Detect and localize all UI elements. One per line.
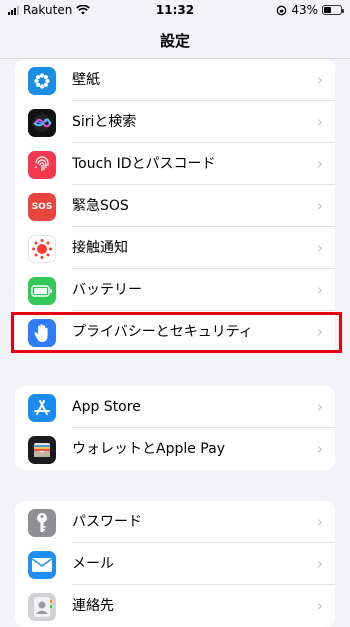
settings-group-1: 壁紙 › Siriと検索 › Touch IDとパスコード › SOS 緊急SO… xyxy=(15,59,335,353)
battery-icon xyxy=(28,277,56,305)
chevron-right-icon: › xyxy=(316,280,323,299)
settings-row-label: 壁紙 xyxy=(72,72,100,88)
settings-row-contacts[interactable]: 連絡先 › xyxy=(15,585,335,627)
settings-row-wallet-apple-pay[interactable]: ウォレットとApple Pay › xyxy=(15,428,335,470)
chevron-right-icon: › xyxy=(316,596,323,615)
chevron-right-icon: › xyxy=(316,397,323,416)
fingerprint-icon xyxy=(28,151,56,179)
chevron-right-icon: › xyxy=(316,70,323,89)
app-store-icon xyxy=(28,394,56,422)
settings-row-battery[interactable]: バッテリー › xyxy=(15,269,335,311)
settings-row-passwords[interactable]: パスワード › xyxy=(15,501,335,543)
battery-percent: 43% xyxy=(291,3,318,17)
settings-row-emergency-sos[interactable]: SOS 緊急SOS › xyxy=(15,185,335,227)
settings-row-mail[interactable]: メール › xyxy=(15,543,335,585)
key-icon xyxy=(28,509,56,537)
status-right: 43% xyxy=(276,3,344,17)
settings-row-label: メール xyxy=(72,556,114,572)
chevron-right-icon: › xyxy=(316,196,323,215)
settings-row-label: ウォレットとApple Pay xyxy=(72,441,225,457)
settings-row-app-store[interactable]: App Store › xyxy=(15,386,335,428)
chevron-right-icon: › xyxy=(316,439,323,458)
page-title: 設定 xyxy=(159,32,190,50)
settings-group-3: パスワード › メール › 連絡先 › xyxy=(15,501,335,627)
settings-row-touch-id-passcode[interactable]: Touch IDとパスコード › xyxy=(15,143,335,185)
settings-row-label: Siriと検索 xyxy=(72,114,137,130)
chevron-right-icon: › xyxy=(316,554,323,573)
chevron-right-icon: › xyxy=(316,512,323,531)
settings-row-siri-search[interactable]: Siriと検索 › xyxy=(15,101,335,143)
chevron-right-icon: › xyxy=(316,154,323,173)
settings-row-label: 緊急SOS xyxy=(72,198,129,214)
settings-row-exposure-notifications[interactable]: 接触通知 › xyxy=(15,227,335,269)
contacts-icon xyxy=(28,593,56,621)
mail-icon xyxy=(28,551,56,579)
rotation-lock-icon xyxy=(276,5,287,15)
siri-icon xyxy=(28,109,56,137)
status-bar: Rakuten 11:32 43% xyxy=(0,0,350,22)
wallet-icon xyxy=(28,436,56,464)
exposure-notification-icon xyxy=(28,235,56,263)
settings-row-label: パスワード xyxy=(72,514,142,530)
chevron-right-icon: › xyxy=(316,238,323,257)
sos-icon: SOS xyxy=(28,193,56,221)
battery-status-icon xyxy=(322,5,344,15)
settings-row-label: 連絡先 xyxy=(72,598,114,614)
settings-row-label: Touch IDとパスコード xyxy=(72,156,216,172)
wallpaper-icon xyxy=(28,67,56,95)
settings-row-label: App Store xyxy=(72,399,141,415)
sos-icon-text: SOS xyxy=(31,202,53,212)
settings-row-wallpaper[interactable]: 壁紙 › xyxy=(15,59,335,101)
settings-row-label: 接触通知 xyxy=(72,240,128,256)
highlight-box xyxy=(11,312,342,353)
settings-group-2: App Store › ウォレットとApple Pay › xyxy=(15,386,335,470)
chevron-right-icon: › xyxy=(316,112,323,131)
settings-row-label: バッテリー xyxy=(72,282,142,298)
